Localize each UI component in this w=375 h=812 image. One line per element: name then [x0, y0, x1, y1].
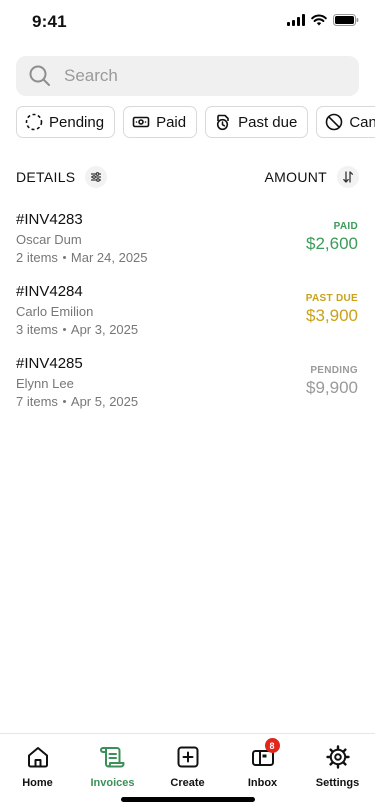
wifi-icon	[311, 14, 327, 26]
invoice-amount: $3,900	[306, 306, 358, 325]
invoice-row[interactable]: #INV4285 Elynn Lee 7 items Apr 5, 2025 P…	[0, 349, 375, 421]
status-time: 9:41	[32, 12, 67, 31]
filter-chip-past-due[interactable]: Past due	[205, 106, 309, 138]
filter-chips: Pending Paid Past due Cancelled	[16, 106, 375, 138]
home-icon	[25, 744, 51, 770]
invoice-id: #INV4283	[16, 211, 83, 228]
pending-dashed-circle-icon	[25, 113, 43, 131]
invoice-amount: $9,900	[306, 378, 358, 397]
filter-chip-label: Cancelled	[349, 113, 375, 131]
separator-dot	[62, 256, 66, 259]
sliders-icon	[91, 172, 102, 182]
amount-header: AMOUNT	[265, 166, 359, 188]
inbox-badge: 8	[264, 738, 280, 753]
invoice-date: Apr 5, 2025	[70, 394, 139, 409]
invoice-client: Carlo Emilion	[16, 304, 94, 319]
search-bar[interactable]	[16, 56, 359, 96]
tab-create[interactable]: Create	[150, 744, 225, 789]
invoice-items: 2 items	[16, 250, 58, 265]
tab-label: Inbox	[247, 777, 278, 789]
status-bar: 9:41	[0, 0, 375, 44]
invoice-scroll-icon	[99, 744, 126, 770]
tab-label: Create	[170, 777, 205, 789]
sort-button[interactable]	[337, 166, 359, 188]
search-icon	[29, 65, 50, 86]
separator-dot	[62, 400, 66, 403]
invoice-row[interactable]: #INV4284 Carlo Emilion 3 items Apr 3, 20…	[0, 277, 375, 349]
filter-chip-label: Pending	[49, 113, 105, 131]
tab-inbox[interactable]: 8 Inbox	[225, 738, 300, 789]
status-badge: PAST DUE	[305, 293, 358, 304]
battery-icon	[333, 14, 359, 26]
home-indicator[interactable]	[121, 797, 255, 802]
cancel-circle-icon	[326, 113, 343, 131]
overdue-clock-icon	[216, 114, 229, 131]
tab-settings[interactable]: Settings	[300, 744, 375, 789]
search-input[interactable]	[64, 66, 334, 86]
details-header-label: DETAILS	[16, 169, 76, 185]
filter-chip-cancelled[interactable]: Cancelled	[316, 106, 375, 138]
tab-label: Settings	[315, 777, 360, 789]
gear-icon	[325, 744, 351, 770]
tab-label: Home	[22, 777, 53, 789]
invoice-id: #INV4284	[16, 283, 83, 300]
tab-label: Invoices	[90, 777, 135, 789]
status-badge: PAID	[333, 221, 358, 232]
tab-invoices[interactable]: Invoices	[75, 744, 150, 789]
invoice-meta: 7 items Apr 5, 2025	[16, 394, 138, 409]
plus-square-icon	[175, 744, 201, 770]
filter-chip-paid[interactable]: Paid	[123, 106, 198, 138]
tab-home[interactable]: Home	[0, 744, 75, 789]
invoice-list: #INV4283 Oscar Dum 2 items Mar 24, 2025 …	[0, 205, 375, 421]
amount-header-label: AMOUNT	[264, 169, 327, 185]
filter-chip-pending[interactable]: Pending	[16, 106, 116, 138]
inbox-icon: 8	[250, 738, 280, 770]
invoice-meta: 3 items Apr 3, 2025	[16, 322, 138, 337]
invoice-items: 3 items	[16, 322, 58, 337]
invoice-client: Elynn Lee	[16, 376, 74, 391]
cash-icon	[132, 116, 150, 128]
invoice-id: #INV4285	[16, 355, 83, 372]
filter-settings-button[interactable]	[85, 166, 108, 188]
filter-chip-label: Paid	[156, 113, 187, 131]
invoice-items: 7 items	[16, 394, 58, 409]
invoice-meta: 2 items Mar 24, 2025	[16, 250, 148, 265]
invoice-amount: $2,600	[306, 234, 358, 253]
separator-dot	[62, 328, 66, 331]
invoice-date: Apr 3, 2025	[70, 322, 139, 337]
status-badge: PENDING	[310, 365, 358, 376]
invoice-client: Oscar Dum	[16, 232, 82, 247]
details-header: DETAILS	[16, 166, 108, 188]
filter-chip-label: Past due	[238, 113, 298, 131]
invoice-date: Mar 24, 2025	[70, 250, 148, 265]
status-icons	[287, 14, 359, 26]
signal-icon	[287, 14, 305, 26]
sort-icon	[343, 171, 354, 183]
invoice-row[interactable]: #INV4283 Oscar Dum 2 items Mar 24, 2025 …	[0, 205, 375, 277]
